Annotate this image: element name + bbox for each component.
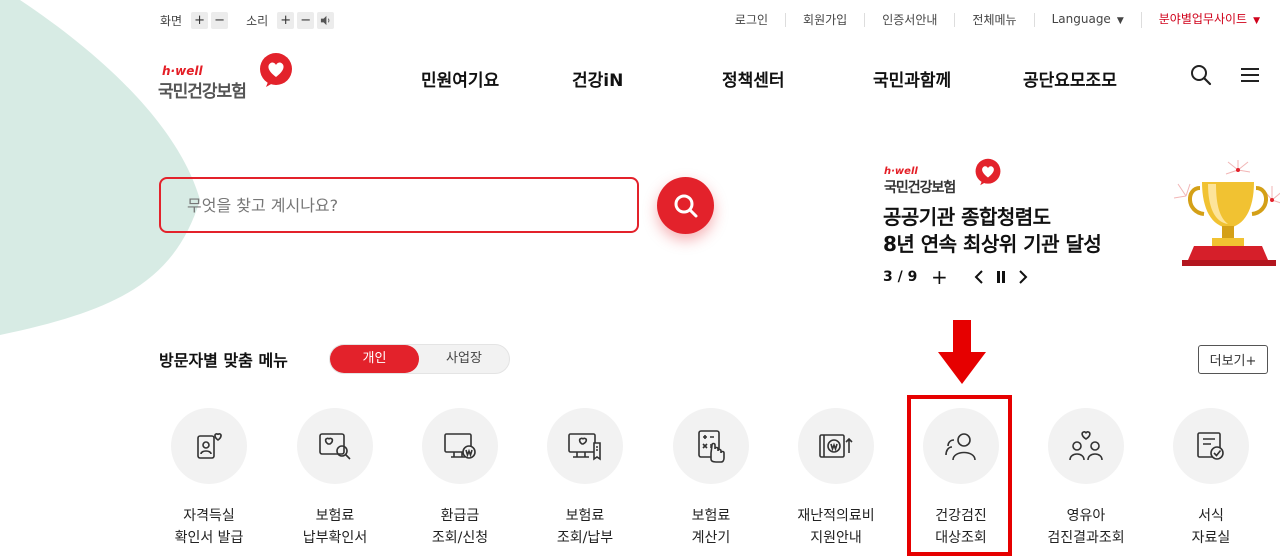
signup-link[interactable]: 회원가입 [786, 13, 866, 27]
screen-zoom-in-button[interactable]: + [191, 12, 209, 29]
certificate-heart-icon [197, 433, 222, 459]
logo-brand: h·well [162, 64, 203, 78]
forms-document-icon [1197, 432, 1224, 460]
caret-down-icon: ▼ [1116, 16, 1124, 26]
refund-monitor-icon [444, 433, 476, 459]
section-title: 방문자별 맞춤 메뉴 [159, 351, 288, 370]
service-item[interactable]: 보험료 납부확인서 [285, 408, 385, 549]
all-menu-link[interactable]: 전체메뉴 [955, 13, 1035, 27]
pause-icon[interactable] [991, 267, 1011, 287]
service-item[interactable]: 재난적의료비 지원안내 [786, 408, 886, 549]
service-item[interactable]: 자격득실 확인서 발급 [159, 408, 259, 549]
service-label: 서식 자료실 [1191, 508, 1231, 546]
service-label: 자격득실 확인서 발급 [174, 508, 244, 546]
heart-logo-icon [975, 158, 1001, 186]
nav-about[interactable]: 공단요모조모 [1023, 66, 1117, 91]
banner-plus-button[interactable]: + [929, 265, 949, 289]
sound-up-button[interactable]: + [277, 12, 295, 29]
certificate-guide-link[interactable]: 인증서안내 [865, 13, 956, 27]
banner-counter: 3 / 9 [883, 269, 918, 285]
language-select[interactable]: Language ▼ [1035, 12, 1142, 28]
chevron-left-icon[interactable] [969, 267, 989, 287]
banner-controls: 3 / 9 + [883, 265, 1033, 289]
search-box [159, 177, 639, 233]
search-input[interactable] [161, 179, 637, 231]
payment-search-icon [319, 433, 351, 460]
service-icon-circle [297, 408, 373, 484]
accessibility-controls: 화면 + − 소리 + − [160, 12, 348, 29]
more-button[interactable]: 더보기+ [1198, 345, 1268, 374]
service-item[interactable]: 환급금 조회/신청 [410, 408, 510, 549]
screen-zoom-out-button[interactable]: − [211, 12, 229, 29]
caret-down-icon: ▼ [1253, 16, 1260, 26]
background-shape [0, 0, 200, 335]
language-label: Language [1051, 12, 1111, 26]
banner-logo-name: 국민건강보험 [884, 180, 956, 196]
nav-with-people[interactable]: 국민과함께 [873, 66, 951, 91]
hamburger-menu-icon[interactable] [1239, 64, 1261, 86]
service-item[interactable]: 보험료 조회/납부 [535, 408, 635, 549]
search-icon[interactable] [1190, 64, 1212, 86]
visitor-type-toggle: 개인 사업장 [329, 344, 510, 374]
service-icon-circle [673, 408, 749, 484]
field-sites-select[interactable]: 분야별업무사이트 ▼ [1142, 12, 1260, 28]
family-heart-icon [1069, 431, 1103, 461]
chevron-right-icon[interactable] [1013, 267, 1033, 287]
logo-name: 국민건강보험 [158, 82, 247, 102]
tab-personal[interactable]: 개인 [330, 345, 419, 373]
service-label: 보험료 납부확인서 [302, 508, 368, 546]
service-icon-circle [547, 408, 623, 484]
calculator-icon [698, 430, 725, 463]
nav-civil-service[interactable]: 민원여기요 [421, 66, 499, 91]
arrow-down-icon [938, 320, 986, 384]
search-button[interactable] [657, 177, 714, 234]
screen-zoom-group: 화면 + − [160, 12, 229, 29]
service-item[interactable]: 서식 자료실 [1161, 408, 1261, 549]
service-label: 재난적의료비 지원안내 [797, 508, 875, 546]
sound-label: 소리 [246, 14, 269, 28]
service-label: 보험료 조회/납부 [556, 508, 614, 546]
sound-down-button[interactable]: − [297, 12, 315, 29]
tab-business[interactable]: 사업장 [419, 345, 509, 373]
heart-logo-icon [260, 53, 292, 87]
sound-group: 소리 + − [246, 12, 335, 29]
service-icon-circle [1173, 408, 1249, 484]
banner-title-line2: 8년 연속 최상위 기관 달성 [883, 232, 1102, 256]
banner-logo: h·well 국민건강보험 [882, 158, 1012, 198]
banner-title[interactable]: 공공기관 종합청렴도 8년 연속 최상위 기관 달성 [883, 204, 1102, 258]
field-sites-label: 분야별업무사이트 [1158, 12, 1248, 26]
screen-zoom-label: 화면 [160, 14, 183, 28]
service-item[interactable]: 보험료 계산기 [661, 408, 761, 549]
utility-bar: 화면 + − 소리 + − 로그인 회원가입 인증서안내 전체메뉴 Langua… [160, 12, 1260, 32]
service-icon-circle [422, 408, 498, 484]
utility-links: 로그인 회원가입 인증서안내 전체메뉴 Language ▼ 분야별업무사이트 ▼ [718, 12, 1260, 28]
banner-logo-brand: h·well [884, 166, 918, 177]
nav-health-in[interactable]: 건강iN [572, 66, 623, 91]
login-link[interactable]: 로그인 [718, 13, 787, 27]
service-item[interactable]: 영유아 검진결과조회 [1036, 408, 1136, 549]
premium-bill-icon [568, 433, 601, 461]
nav-policy-center[interactable]: 정책센터 [722, 66, 785, 91]
service-icon-circle [171, 408, 247, 484]
highlight-box [907, 395, 1012, 556]
medical-support-icon [819, 434, 853, 458]
banner-title-line1: 공공기관 종합청렴도 [883, 205, 1051, 229]
speaker-icon[interactable] [317, 12, 335, 29]
service-label: 환급금 조회/신청 [431, 508, 489, 546]
service-label: 영유아 검진결과조회 [1047, 508, 1125, 546]
search-icon [674, 194, 697, 217]
service-icon-circle [798, 408, 874, 484]
service-label: 보험료 계산기 [691, 508, 731, 546]
site-logo[interactable]: h·well 국민건강보험 [158, 52, 298, 102]
service-icon-circle [1048, 408, 1124, 484]
trophy-icon [1173, 160, 1280, 266]
